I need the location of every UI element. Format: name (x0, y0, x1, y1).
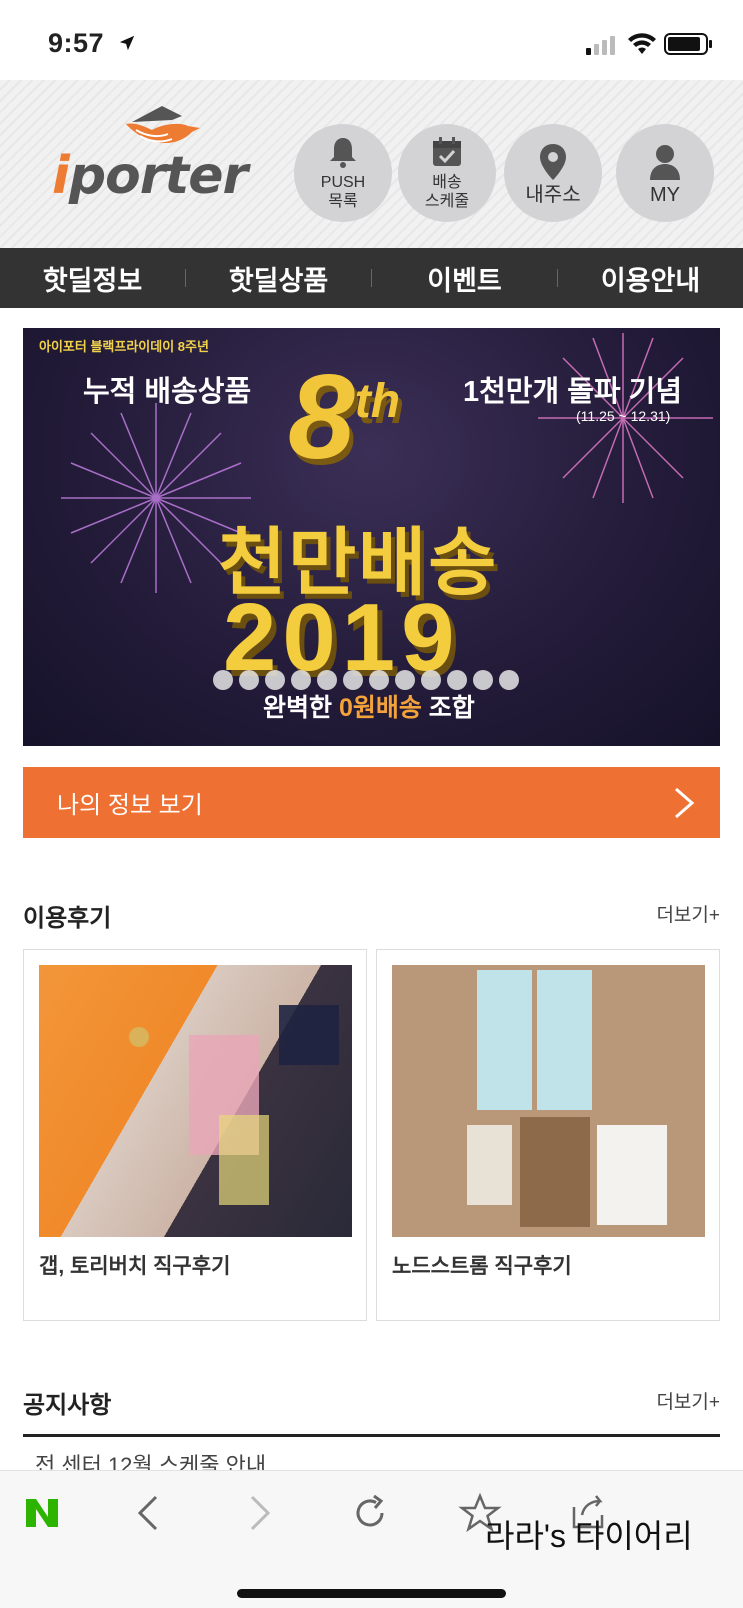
carousel-dot[interactable] (317, 670, 337, 690)
carousel-dot[interactable] (447, 670, 467, 690)
watermark-text: 라라's 타이어리 (485, 1518, 693, 1554)
carousel-dot[interactable] (239, 670, 259, 690)
logo-text: iporter (52, 146, 248, 206)
promo-banner[interactable]: 아이포터 블랙프라이데이 8주년 누적 배송상품 1천만개 돌파 기념 (11.… (23, 328, 720, 746)
location-arrow-icon (119, 35, 135, 51)
notices-divider (23, 1434, 720, 1437)
carousel-dot[interactable] (213, 670, 233, 690)
calendar-icon (433, 137, 461, 166)
notices-more-link[interactable]: 더보기+ (656, 1387, 720, 1414)
refresh-icon[interactable] (348, 1491, 392, 1535)
my-page-label: MY (650, 183, 680, 206)
nav-events[interactable]: 이벤트 (372, 259, 557, 298)
carousel-dot[interactable] (265, 670, 285, 690)
bell-icon (330, 138, 356, 168)
nav-hotdeal-products[interactable]: 핫딜상품 (186, 259, 371, 298)
review-caption: 노드스트롬 직구후기 (392, 1255, 572, 1278)
carousel-dot[interactable] (291, 670, 311, 690)
banner-bottom-text: 완벽한 0원배송 조합 (263, 694, 475, 722)
nav-hotdeal-info[interactable]: 핫딜정보 (0, 259, 185, 298)
shipping-schedule-button[interactable]: 배송 스케줄 (398, 124, 496, 222)
review-caption: 갭, 토리버치 직구후기 (39, 1255, 231, 1278)
carousel-dot[interactable] (421, 670, 441, 690)
carousel-dot[interactable] (369, 670, 389, 690)
status-bar: 9:57 (0, 0, 743, 80)
banner-tag: 아이포터 블랙프라이데이 8주년 (39, 339, 209, 354)
carousel-dot[interactable] (343, 670, 363, 690)
my-address-button[interactable]: 내주소 (504, 124, 602, 222)
push-list-button[interactable]: PUSH 목록 (294, 124, 392, 222)
banner-right-text: 1천만개 돌파 기념 (463, 376, 683, 408)
chevron-right-icon (675, 787, 695, 819)
forward-arrow-icon[interactable] (236, 1491, 280, 1535)
location-pin-icon (540, 143, 566, 180)
status-time: 9:57 (48, 28, 105, 58)
review-photo (392, 965, 705, 1237)
review-photo (39, 965, 352, 1237)
person-icon (650, 144, 680, 180)
my-page-button[interactable]: MY (616, 124, 714, 222)
my-info-button[interactable]: 나의 정보 보기 (23, 767, 720, 838)
banner-date-range: (11.25 ~ 12.31) (576, 408, 671, 424)
iporter-logo[interactable]: iporter (52, 102, 262, 217)
push-list-label: PUSH 목록 (320, 174, 366, 210)
app-header: iporter PUSH 목록 배송 스케줄 내주소 MY (0, 80, 743, 248)
carousel-dot[interactable] (395, 670, 415, 690)
battery-icon (664, 33, 712, 55)
back-arrow-icon[interactable] (128, 1491, 172, 1535)
banner-8th: 8th (288, 350, 401, 484)
review-card[interactable]: 갭, 토리버치 직구후기 (23, 949, 367, 1321)
browser-toolbar: 라라's 타이어리 (0, 1470, 743, 1608)
wifi-icon (628, 33, 656, 54)
main-nav: 핫딜정보 핫딜상품 이벤트 이용안내 (0, 248, 743, 308)
my-info-label: 나의 정보 보기 (57, 792, 203, 819)
naver-home-icon[interactable] (20, 1491, 64, 1535)
review-card[interactable]: 노드스트롬 직구후기 (376, 949, 720, 1321)
banner-left-text: 누적 배송상품 (83, 376, 252, 408)
reviews-more-link[interactable]: 더보기+ (656, 900, 720, 927)
shipping-schedule-label: 배송 스케줄 (424, 174, 470, 210)
carousel-dot[interactable] (473, 670, 493, 690)
home-indicator[interactable] (237, 1589, 506, 1598)
reviews-title: 이용후기 (23, 905, 112, 932)
my-address-label: 내주소 (525, 183, 581, 206)
signal-icon (586, 36, 615, 55)
notices-title: 공지사항 (23, 1392, 112, 1419)
nav-guide[interactable]: 이용안내 (558, 259, 743, 298)
carousel-dot[interactable] (499, 670, 519, 690)
carousel-dots (213, 670, 519, 690)
